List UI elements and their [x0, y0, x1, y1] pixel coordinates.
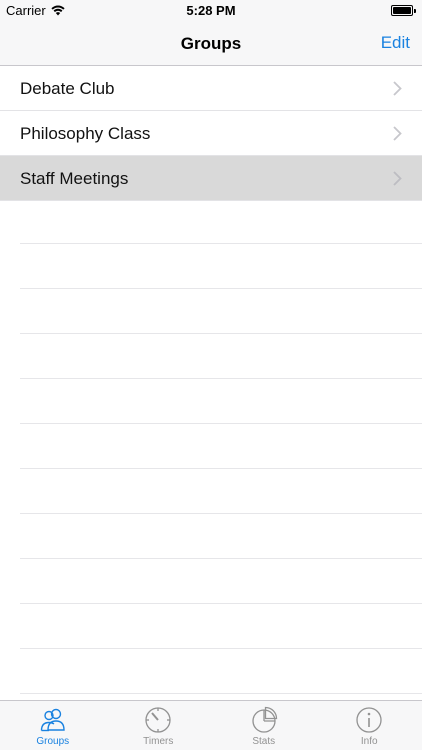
info-icon: [355, 706, 383, 734]
chevron-right-icon: [393, 126, 402, 146]
tab-stats[interactable]: Stats: [211, 701, 317, 750]
empty-row-separator: [20, 559, 422, 604]
empty-row-separator: [20, 424, 422, 469]
group-row-staff-meetings[interactable]: Staff Meetings: [0, 156, 422, 201]
groups-icon: [39, 706, 67, 734]
page-title: Groups: [180, 34, 242, 53]
empty-row-separator: [20, 199, 422, 244]
empty-row-separator: [20, 649, 422, 694]
tab-label: Timers: [143, 736, 174, 747]
group-row-philosophy-class[interactable]: Philosophy Class: [0, 111, 422, 156]
tab-label: Info: [360, 736, 378, 747]
tab-info[interactable]: Info: [317, 701, 422, 750]
empty-row-separator: [20, 604, 422, 649]
navigation-bar: Groups Edit: [0, 22, 422, 66]
empty-row-separator: [20, 244, 422, 289]
empty-row-separator: [20, 469, 422, 514]
tab-label: Stats: [252, 736, 276, 747]
chevron-right-icon: [393, 171, 402, 191]
tab-label: Groups: [36, 736, 70, 747]
group-label: Philosophy Class: [20, 124, 151, 143]
empty-row-separator: [20, 289, 422, 334]
timer-icon: [144, 706, 172, 734]
tab-groups[interactable]: Groups: [0, 701, 106, 750]
tab-timers[interactable]: Timers: [106, 701, 212, 750]
tab-bar: Groups Timers Stats Info: [0, 700, 422, 750]
status-time: 5:28 PM: [186, 3, 236, 18]
empty-row-separator: [20, 514, 422, 559]
pie-chart-icon: [250, 706, 278, 734]
empty-row-separator: [20, 379, 422, 424]
group-label: Staff Meetings: [20, 169, 129, 188]
status-bar: Carrier 5:28 PM: [0, 0, 422, 22]
edit-button[interactable]: Edit: [381, 33, 410, 53]
chevron-right-icon: [393, 81, 402, 101]
group-label: Debate Club: [20, 79, 115, 98]
groups-list: Debate Club Philosophy Class Staff Meeti…: [0, 66, 422, 201]
group-row-debate-club[interactable]: Debate Club: [0, 66, 422, 111]
empty-row-separator: [20, 334, 422, 379]
battery-icon: [391, 5, 416, 16]
empty-list-area: [0, 199, 422, 694]
